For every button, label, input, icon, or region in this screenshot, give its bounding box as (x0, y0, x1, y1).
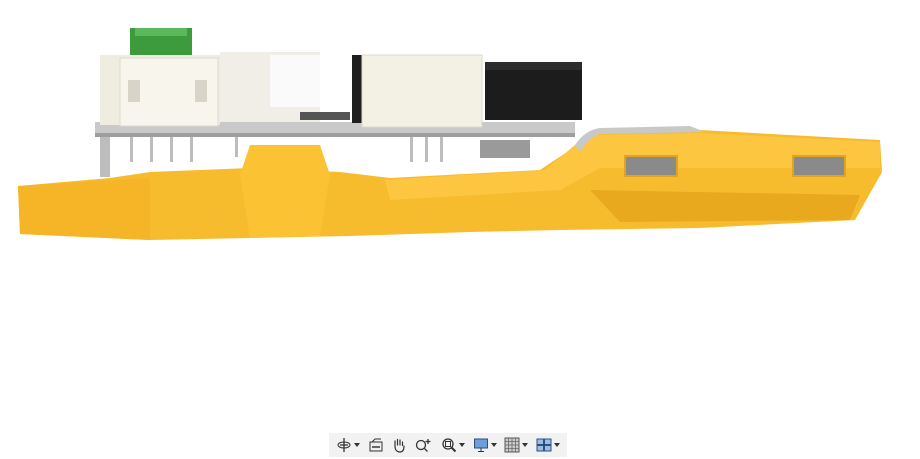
fit-button[interactable] (441, 435, 465, 455)
3d-viewport[interactable] (0, 0, 920, 459)
zoom-icon (415, 439, 431, 452)
chevron-down-icon[interactable] (554, 443, 561, 447)
fit-icon (442, 438, 457, 453)
navigation-toolbar (329, 433, 567, 457)
zoom-button[interactable] (415, 435, 433, 455)
3d-model (18, 28, 882, 240)
look-at-button[interactable] (368, 435, 384, 455)
white-connector (361, 54, 483, 128)
grid-button[interactable] (504, 435, 529, 455)
orbit-button[interactable] (336, 435, 360, 455)
look-at-icon (369, 438, 383, 452)
orbit-icon (337, 438, 351, 452)
pan-button[interactable] (391, 435, 407, 455)
chevron-down-icon[interactable] (522, 443, 529, 447)
viewports-icon (536, 438, 552, 452)
chevron-down-icon[interactable] (353, 443, 360, 447)
chevron-down-icon[interactable] (458, 443, 465, 447)
grid-icon (504, 437, 520, 453)
display-settings-button[interactable] (473, 435, 497, 455)
display-settings-icon (473, 438, 488, 452)
viewports-button[interactable] (536, 435, 561, 455)
pan-icon (394, 438, 405, 453)
chevron-down-icon[interactable] (490, 443, 497, 447)
black-connector (485, 62, 582, 120)
